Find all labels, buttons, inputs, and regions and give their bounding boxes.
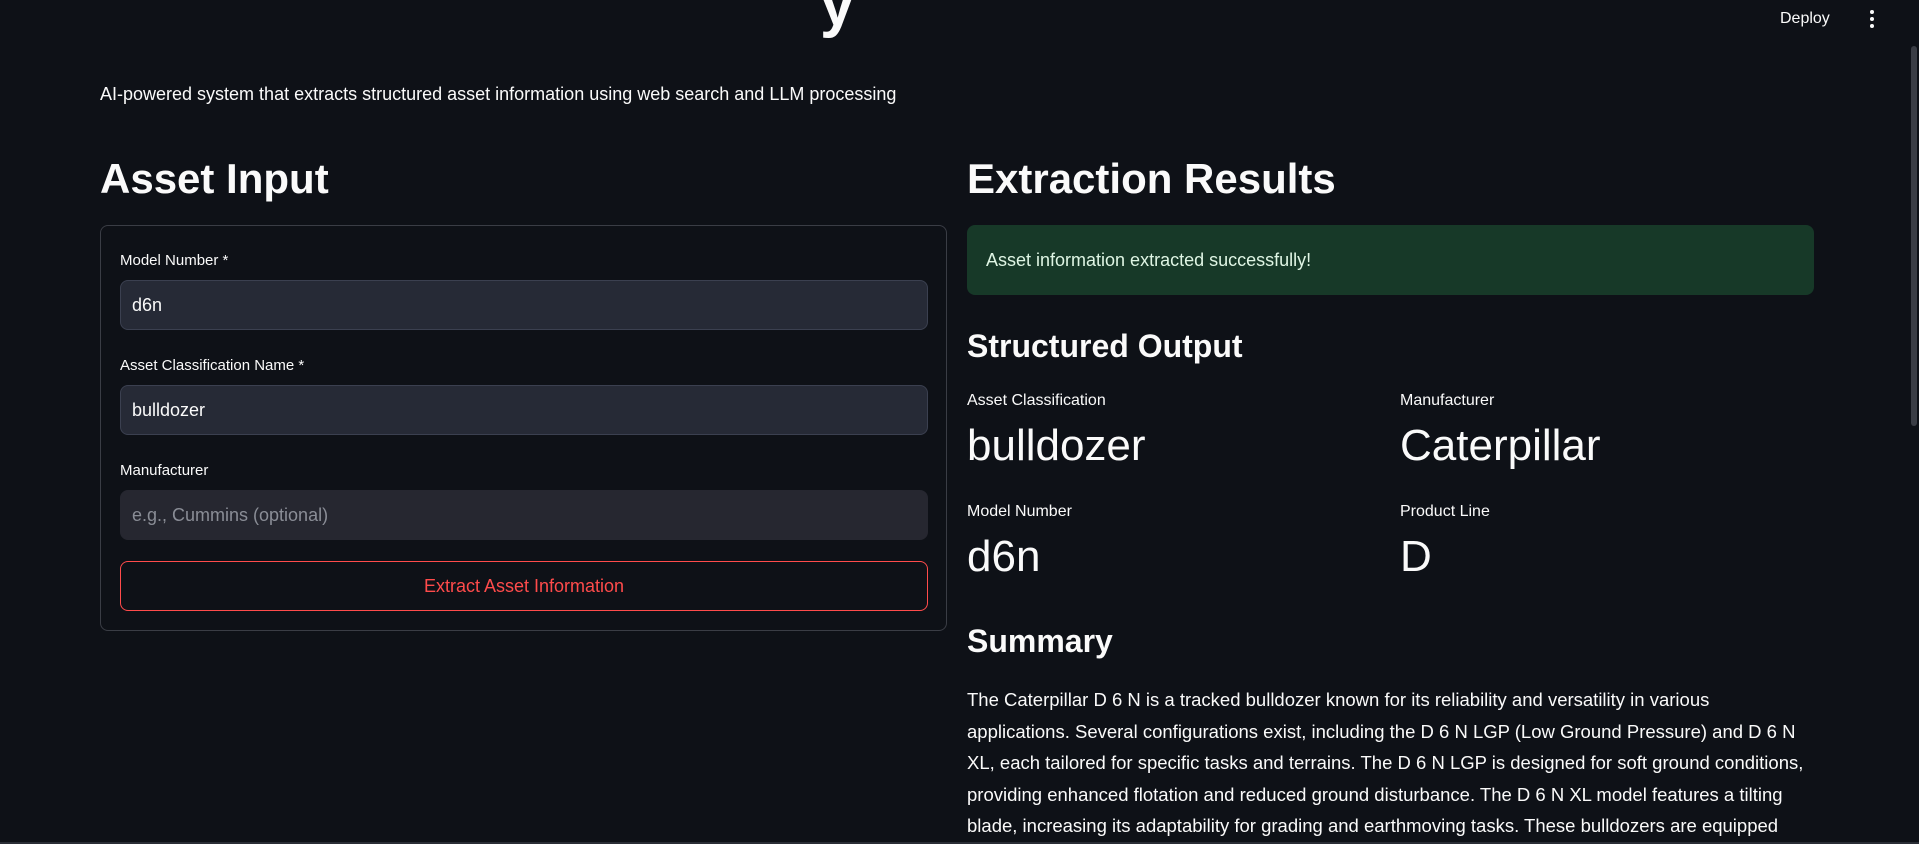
metric-manufacturer-value: Caterpillar xyxy=(1400,421,1601,470)
metric-product-line-label: Product Line xyxy=(1400,503,1490,520)
menu-dot xyxy=(1870,24,1874,28)
menu-dot xyxy=(1870,10,1874,14)
page-subtitle: AI-powered system that extracts structur… xyxy=(100,84,897,104)
model-number-label: Model Number * xyxy=(120,252,229,269)
top-toolbar: Deploy xyxy=(0,0,1919,40)
structured-output-heading: Structured Output xyxy=(967,328,1243,364)
asset-input-form: Model Number * Asset Classification Name… xyxy=(100,225,947,631)
extraction-results-heading: Extraction Results xyxy=(967,155,1336,202)
model-number-input[interactable] xyxy=(120,280,928,330)
page-title: y xyxy=(820,0,855,39)
summary-paragraph: The Caterpillar D 6 N is a tracked bulld… xyxy=(967,689,1804,837)
success-alert: Asset information extracted successfully… xyxy=(967,225,1814,295)
menu-dot xyxy=(1870,17,1874,21)
summary-heading: Summary xyxy=(967,623,1113,659)
vertical-scrollbar[interactable] xyxy=(1911,46,1917,426)
metric-model-number-value: d6n xyxy=(967,532,1041,581)
metric-product-line-value: D xyxy=(1400,532,1432,581)
asset-classification-input[interactable] xyxy=(120,385,928,435)
manufacturer-label: Manufacturer xyxy=(120,462,209,479)
metric-manufacturer-label: Manufacturer xyxy=(1400,392,1495,409)
extract-asset-information-button[interactable]: Extract Asset Information xyxy=(120,561,928,611)
deploy-button[interactable]: Deploy xyxy=(1772,7,1838,31)
metric-model-number-label: Model Number xyxy=(967,503,1072,520)
manufacturer-input[interactable] xyxy=(120,490,928,540)
vertical-ellipsis-icon[interactable] xyxy=(1862,6,1882,32)
metric-asset-classification-value: bulldozer xyxy=(967,421,1146,470)
asset-input-heading: Asset Input xyxy=(100,155,329,202)
metric-asset-classification-label: Asset Classification xyxy=(967,392,1106,409)
asset-classification-label: Asset Classification Name * xyxy=(120,357,305,374)
